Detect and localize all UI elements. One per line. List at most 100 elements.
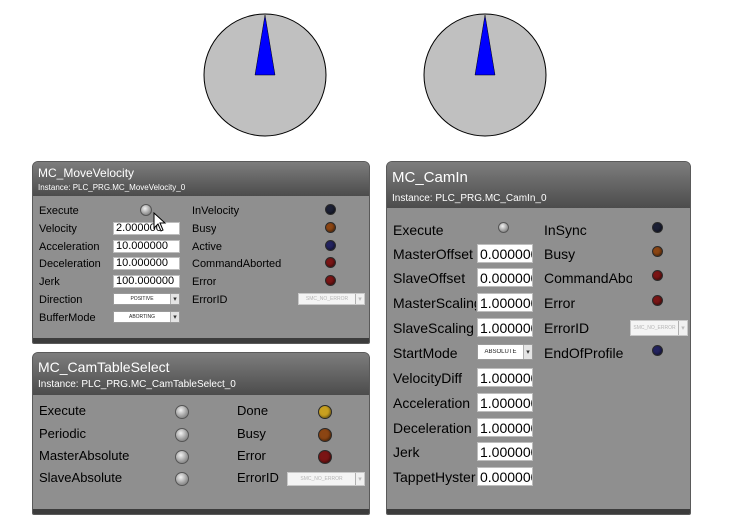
- error-id-value: SMC_NO_ERROR: [300, 476, 343, 482]
- panel-title: MC_MoveVelocity: [38, 166, 135, 180]
- tappet-hysteresis-label: TappetHysteresis: [393, 469, 476, 485]
- master-absolute-toggle[interactable]: [175, 450, 189, 464]
- in-velocity-lamp: [325, 204, 336, 215]
- direction-label: Direction: [39, 294, 83, 306]
- error-lamp: [325, 275, 336, 286]
- tappet-hysteresis-input[interactable]: 0.000000: [477, 467, 533, 486]
- panel-footer: [33, 338, 369, 343]
- busy-label: Busy: [192, 223, 217, 235]
- in-sync-label: InSync: [544, 222, 587, 238]
- periodic-toggle[interactable]: [175, 428, 189, 442]
- error-id-label: ErrorID: [237, 470, 279, 485]
- move-velocity-panel: MC_MoveVelocity Instance: PLC_PRG.MC_Mov…: [32, 161, 370, 344]
- master-offset-input[interactable]: 0.000000: [477, 244, 533, 263]
- command-aborted-label: CommandAborted: [192, 258, 282, 270]
- busy-label: Busy: [544, 246, 576, 262]
- end-of-profile-lamp: [652, 345, 663, 356]
- chevron-down-icon: ▾: [355, 473, 364, 485]
- start-mode-label: StartMode: [393, 345, 458, 361]
- master-absolute-label: MasterAbsolute: [39, 448, 130, 463]
- deceleration-input[interactable]: 10.000000: [113, 257, 180, 270]
- chevron-down-icon: ▾: [170, 312, 179, 322]
- in-sync-lamp: [652, 222, 663, 233]
- error-lamp: [318, 450, 332, 464]
- acceleration-label: Acceleration: [39, 241, 100, 253]
- buffer-mode-label: BufferMode: [39, 312, 96, 324]
- velocity-diff-input[interactable]: 1.000000: [477, 368, 533, 387]
- panel-title: MC_CamTableSelect: [38, 359, 170, 375]
- panel-instance: Instance: PLC_PRG.MC_MoveVelocity_0: [38, 183, 186, 192]
- cam-in-header: MC_CamIn Instance: PLC_PRG.MC_CamIn_0: [387, 162, 690, 208]
- busy-lamp: [318, 428, 332, 442]
- jerk-input[interactable]: 100.000000: [113, 275, 180, 288]
- cam-table-select-panel: MC_CamTableSelect Instance: PLC_PRG.MC_C…: [32, 352, 370, 515]
- chevron-down-icon: ▾: [523, 345, 532, 359]
- active-label: Active: [192, 241, 222, 253]
- done-lamp: [318, 405, 332, 419]
- error-id-value: SMC_NO_ERROR: [633, 325, 676, 331]
- active-lamp: [325, 240, 336, 251]
- error-id-label: ErrorID: [192, 294, 228, 306]
- in-velocity-label: InVelocity: [192, 205, 240, 217]
- error-label: Error: [237, 448, 266, 463]
- execute-button[interactable]: [498, 222, 509, 233]
- deceleration-label: Deceleration: [39, 258, 101, 270]
- command-aborted-lamp: [652, 270, 663, 281]
- error-id-label: ErrorID: [544, 320, 590, 336]
- panel-instance: Instance: PLC_PRG.MC_CamIn_0: [392, 193, 547, 204]
- slave-scaling-input[interactable]: 1.000000: [477, 318, 533, 337]
- slave-absolute-toggle[interactable]: [175, 472, 189, 486]
- buffer-mode-value: ABORTING: [128, 314, 156, 320]
- deceleration-label: Deceleration: [393, 420, 472, 436]
- chevron-down-icon: ▾: [678, 321, 687, 335]
- master-scaling-input[interactable]: 1.000000: [477, 293, 533, 312]
- move-velocity-header: MC_MoveVelocity Instance: PLC_PRG.MC_Mov…: [33, 162, 369, 196]
- cam-table-select-header: MC_CamTableSelect Instance: PLC_PRG.MC_C…: [33, 353, 369, 395]
- jerk-input[interactable]: 1.000000: [477, 442, 533, 461]
- buffer-mode-select[interactable]: ABORTING ▾: [113, 311, 180, 323]
- panel-footer: [387, 509, 690, 514]
- busy-lamp: [652, 246, 663, 257]
- periodic-label: Periodic: [39, 426, 86, 441]
- command-aborted-lamp: [325, 257, 336, 268]
- panel-instance: Instance: PLC_PRG.MC_CamTableSelect_0: [38, 379, 236, 390]
- slave-offset-input[interactable]: 0.000000: [477, 268, 533, 287]
- end-of-profile-label: EndOfProfile: [544, 345, 624, 361]
- error-label: Error: [192, 276, 217, 288]
- done-label: Done: [237, 403, 269, 418]
- execute-button[interactable]: [175, 405, 189, 419]
- master-scaling-label: MasterScaling: [393, 295, 476, 311]
- velocity-label: Velocity: [39, 223, 77, 235]
- start-mode-select[interactable]: ABSOLUTE ▾: [477, 344, 533, 360]
- error-id-select: SMC_NO_ERROR ▾: [287, 472, 365, 486]
- slave-scaling-label: SlaveScaling: [393, 320, 474, 336]
- jerk-label: Jerk: [39, 276, 60, 288]
- master-position-dial: [203, 13, 327, 137]
- cam-in-panel: MC_CamIn Instance: PLC_PRG.MC_CamIn_0 Ex…: [386, 161, 691, 515]
- slave-offset-label: SlaveOffset: [393, 270, 466, 286]
- error-id-value: SMC_NO_ERROR: [305, 296, 349, 302]
- velocity-input[interactable]: 2.000000: [113, 222, 180, 235]
- direction-select[interactable]: POSITIVE ▾: [113, 293, 180, 305]
- execute-label: Execute: [39, 403, 86, 418]
- jerk-label: Jerk: [393, 444, 420, 460]
- slave-absolute-label: SlaveAbsolute: [39, 470, 123, 485]
- busy-lamp: [325, 222, 336, 233]
- velocity-diff-label: VelocityDiff: [393, 370, 462, 386]
- acceleration-input[interactable]: 10.000000: [113, 240, 180, 253]
- acceleration-label: Acceleration: [393, 395, 471, 411]
- error-lamp: [652, 295, 663, 306]
- execute-label: Execute: [39, 205, 79, 217]
- direction-value: POSITIVE: [130, 296, 154, 302]
- panel-title: MC_CamIn: [392, 169, 468, 186]
- command-aborted-label: CommandAborted: [544, 270, 632, 286]
- mouse-cursor-icon: [153, 212, 167, 232]
- acceleration-input[interactable]: 1.000000: [477, 393, 533, 412]
- error-label: Error: [544, 295, 576, 311]
- error-id-select: SMC_NO_ERROR ▾: [630, 320, 688, 336]
- deceleration-input[interactable]: 1.000000: [477, 418, 533, 437]
- execute-button[interactable]: [140, 204, 152, 216]
- execute-label: Execute: [393, 222, 444, 238]
- busy-label: Busy: [237, 426, 266, 441]
- chevron-down-icon: ▾: [355, 294, 364, 304]
